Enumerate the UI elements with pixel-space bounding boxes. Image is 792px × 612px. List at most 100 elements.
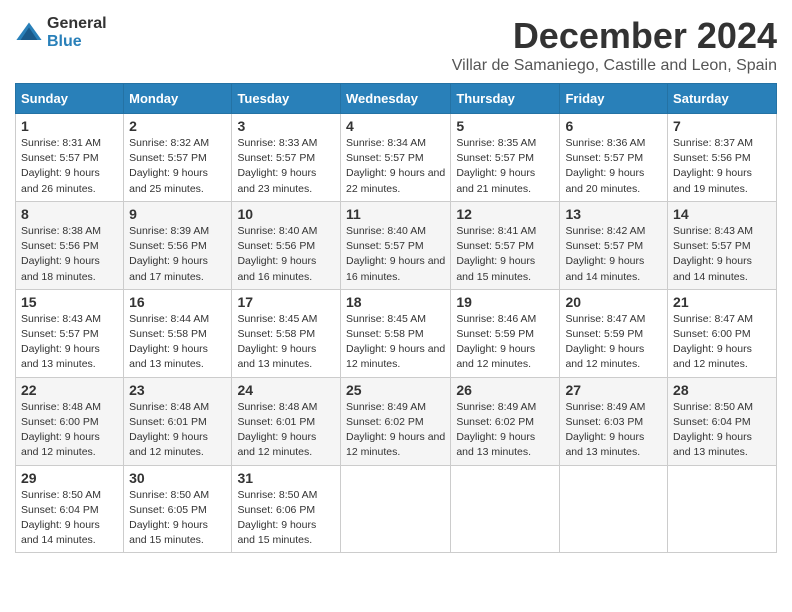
day-number: 21 (673, 294, 771, 310)
calendar-cell: 27Sunrise: 8:49 AM Sunset: 6:03 PM Dayli… (560, 377, 668, 465)
calendar-row: 22 Sunrise: 8:48 AM Sunset: 6:00 PM Dayli… (16, 377, 777, 465)
day-number: 6 (565, 118, 662, 134)
calendar-row: 29 Sunrise: 8:50 AM Sunset: 6:04 PM Dayli… (16, 465, 777, 553)
day-info: Sunrise: 8:33 AM Sunset: 5:57 PM Dayligh… (237, 136, 335, 197)
calendar-cell: 14 Sunrise: 8:43 AM Sunset: 5:57 PM Dayli… (668, 201, 777, 289)
calendar-cell: 5Sunrise: 8:35 AM Sunset: 5:57 PM Daylig… (451, 114, 560, 202)
calendar-cell: 6 Sunrise: 8:36 AM Sunset: 5:57 PM Daylig… (560, 114, 668, 202)
day-info: Sunrise: 8:50 AM Sunset: 6:05 PM Dayligh… (129, 488, 226, 549)
calendar-cell (340, 465, 450, 553)
main-title: December 2024 (452, 15, 777, 57)
day-info: Sunrise: 8:50 AM Sunset: 6:04 PM Dayligh… (21, 488, 118, 549)
calendar-cell: 1 Sunrise: 8:31 AM Sunset: 5:57 PM Daylig… (16, 114, 124, 202)
calendar-cell: 2 Sunrise: 8:32 AM Sunset: 5:57 PM Daylig… (124, 114, 232, 202)
day-number: 16 (129, 294, 226, 310)
day-number: 10 (237, 206, 335, 222)
day-info: Sunrise: 8:40 AM Sunset: 5:56 PM Dayligh… (237, 224, 335, 285)
day-number: 30 (129, 470, 226, 486)
day-number: 22 (21, 382, 118, 398)
logo-icon (15, 19, 43, 47)
calendar-cell (668, 465, 777, 553)
column-header-saturday: Saturday (668, 84, 777, 114)
calendar-cell: 11Sunrise: 8:40 AM Sunset: 5:57 PM Dayli… (340, 201, 450, 289)
calendar-cell: 9Sunrise: 8:39 AM Sunset: 5:56 PM Daylig… (124, 201, 232, 289)
calendar-cell: 10 Sunrise: 8:40 AM Sunset: 5:56 PM Dayli… (232, 201, 341, 289)
day-info: Sunrise: 8:45 AM Sunset: 5:58 PM Dayligh… (346, 312, 445, 373)
calendar-cell: 26 Sunrise: 8:49 AM Sunset: 6:02 PM Dayli… (451, 377, 560, 465)
calendar-cell: 23Sunrise: 8:48 AM Sunset: 6:01 PM Dayli… (124, 377, 232, 465)
header: General Blue December 2024 Villar de Sam… (15, 15, 777, 75)
day-info: Sunrise: 8:31 AM Sunset: 5:57 PM Dayligh… (21, 136, 118, 197)
calendar-cell: 18 Sunrise: 8:45 AM Sunset: 5:58 PM Dayli… (340, 289, 450, 377)
subtitle: Villar de Samaniego, Castille and Leon, … (452, 57, 777, 75)
calendar-cell: 7Sunrise: 8:37 AM Sunset: 5:56 PM Daylig… (668, 114, 777, 202)
day-info: Sunrise: 8:45 AM Sunset: 5:58 PM Dayligh… (237, 312, 335, 373)
column-header-monday: Monday (124, 84, 232, 114)
calendar-cell: 3Sunrise: 8:33 AM Sunset: 5:57 PM Daylig… (232, 114, 341, 202)
day-info: Sunrise: 8:49 AM Sunset: 6:02 PM Dayligh… (346, 400, 445, 461)
day-number: 23 (129, 382, 226, 398)
column-header-wednesday: Wednesday (340, 84, 450, 114)
day-number: 1 (21, 118, 118, 134)
column-header-sunday: Sunday (16, 84, 124, 114)
logo: General Blue (15, 15, 107, 50)
day-number: 4 (346, 118, 445, 134)
calendar-cell (451, 465, 560, 553)
column-header-thursday: Thursday (451, 84, 560, 114)
day-info: Sunrise: 8:48 AM Sunset: 6:00 PM Dayligh… (21, 400, 118, 461)
day-number: 26 (456, 382, 554, 398)
day-number: 19 (456, 294, 554, 310)
calendar-row: 15 Sunrise: 8:43 AM Sunset: 5:57 PM Dayli… (16, 289, 777, 377)
title-section: December 2024 Villar de Samaniego, Casti… (452, 15, 777, 75)
day-number: 18 (346, 294, 445, 310)
day-info: Sunrise: 8:49 AM Sunset: 6:03 PM Dayligh… (565, 400, 662, 461)
calendar-cell: 17Sunrise: 8:45 AM Sunset: 5:58 PM Dayli… (232, 289, 341, 377)
calendar-cell: 20Sunrise: 8:47 AM Sunset: 5:59 PM Dayli… (560, 289, 668, 377)
day-info: Sunrise: 8:49 AM Sunset: 6:02 PM Dayligh… (456, 400, 554, 461)
logo-text: General Blue (47, 15, 107, 50)
day-info: Sunrise: 8:43 AM Sunset: 5:57 PM Dayligh… (673, 224, 771, 285)
calendar-cell: 28Sunrise: 8:50 AM Sunset: 6:04 PM Dayli… (668, 377, 777, 465)
column-header-tuesday: Tuesday (232, 84, 341, 114)
day-number: 25 (346, 382, 445, 398)
day-number: 12 (456, 206, 554, 222)
day-number: 8 (21, 206, 118, 222)
day-info: Sunrise: 8:50 AM Sunset: 6:04 PM Dayligh… (673, 400, 771, 461)
day-info: Sunrise: 8:36 AM Sunset: 5:57 PM Dayligh… (565, 136, 662, 197)
logo-blue-text: Blue (47, 33, 107, 51)
calendar-table: SundayMondayTuesdayWednesdayThursdayFrid… (15, 83, 777, 553)
logo-general-text: General (47, 15, 107, 33)
calendar-cell: 13 Sunrise: 8:42 AM Sunset: 5:57 PM Dayli… (560, 201, 668, 289)
day-number: 31 (237, 470, 335, 486)
calendar-cell: 15 Sunrise: 8:43 AM Sunset: 5:57 PM Dayli… (16, 289, 124, 377)
calendar-cell: 24 Sunrise: 8:48 AM Sunset: 6:01 PM Dayli… (232, 377, 341, 465)
column-header-friday: Friday (560, 84, 668, 114)
calendar-cell: 8 Sunrise: 8:38 AM Sunset: 5:56 PM Daylig… (16, 201, 124, 289)
calendar-cell: 16Sunrise: 8:44 AM Sunset: 5:58 PM Dayli… (124, 289, 232, 377)
calendar-cell: 31 Sunrise: 8:50 AM Sunset: 6:06 PM Dayli… (232, 465, 341, 553)
day-info: Sunrise: 8:50 AM Sunset: 6:06 PM Dayligh… (237, 488, 335, 549)
day-number: 2 (129, 118, 226, 134)
calendar-row: 8 Sunrise: 8:38 AM Sunset: 5:56 PM Daylig… (16, 201, 777, 289)
day-info: Sunrise: 8:35 AM Sunset: 5:57 PM Dayligh… (456, 136, 554, 197)
day-info: Sunrise: 8:43 AM Sunset: 5:57 PM Dayligh… (21, 312, 118, 373)
day-info: Sunrise: 8:42 AM Sunset: 5:57 PM Dayligh… (565, 224, 662, 285)
day-info: Sunrise: 8:40 AM Sunset: 5:57 PM Dayligh… (346, 224, 445, 285)
day-info: Sunrise: 8:48 AM Sunset: 6:01 PM Dayligh… (237, 400, 335, 461)
header-row: SundayMondayTuesdayWednesdayThursdayFrid… (16, 84, 777, 114)
day-number: 15 (21, 294, 118, 310)
day-info: Sunrise: 8:38 AM Sunset: 5:56 PM Dayligh… (21, 224, 118, 285)
day-info: Sunrise: 8:37 AM Sunset: 5:56 PM Dayligh… (673, 136, 771, 197)
calendar-cell: 22 Sunrise: 8:48 AM Sunset: 6:00 PM Dayli… (16, 377, 124, 465)
day-number: 20 (565, 294, 662, 310)
day-number: 13 (565, 206, 662, 222)
calendar-cell: 12 Sunrise: 8:41 AM Sunset: 5:57 PM Dayli… (451, 201, 560, 289)
day-number: 24 (237, 382, 335, 398)
day-number: 29 (21, 470, 118, 486)
calendar-cell: 29 Sunrise: 8:50 AM Sunset: 6:04 PM Dayli… (16, 465, 124, 553)
calendar-row: 1 Sunrise: 8:31 AM Sunset: 5:57 PM Daylig… (16, 114, 777, 202)
day-info: Sunrise: 8:41 AM Sunset: 5:57 PM Dayligh… (456, 224, 554, 285)
day-info: Sunrise: 8:47 AM Sunset: 6:00 PM Dayligh… (673, 312, 771, 373)
day-number: 14 (673, 206, 771, 222)
day-info: Sunrise: 8:32 AM Sunset: 5:57 PM Dayligh… (129, 136, 226, 197)
